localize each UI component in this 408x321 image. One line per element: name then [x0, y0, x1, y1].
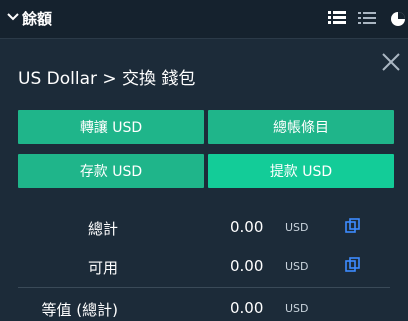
compact-list-icon[interactable] — [358, 11, 376, 25]
balance-unit: USD — [285, 260, 309, 273]
divider — [18, 287, 390, 288]
withdraw-button[interactable]: 提款 USD — [208, 154, 394, 188]
list-view-icon[interactable] — [328, 11, 346, 25]
deposit-button[interactable]: 存款 USD — [18, 154, 204, 188]
breadcrumb: US Dollar > 交換 錢包 — [18, 69, 196, 89]
wallet-panel: US Dollar > 交換 錢包 轉讓 USD 總帳條目 存款 USD 提款 … — [0, 39, 408, 319]
ledger-button[interactable]: 總帳條目 — [208, 110, 394, 144]
balance-value: 0.00 — [230, 257, 264, 275]
chevron-down-icon[interactable] — [6, 10, 20, 24]
header-title: 餘額 — [22, 10, 53, 28]
transfer-button[interactable]: 轉讓 USD — [18, 110, 204, 144]
balance-unit: USD — [285, 302, 309, 315]
copy-icon[interactable] — [345, 257, 361, 273]
balance-label: 可用 — [87, 259, 118, 277]
copy-icon[interactable] — [345, 218, 361, 234]
balance-row-equivalent: 等值 (總計) 0.00 USD — [0, 295, 408, 321]
balance-label: 總計 — [87, 220, 118, 238]
balance-row-available: 可用 0.00 USD — [0, 253, 408, 279]
close-icon[interactable] — [380, 51, 402, 73]
balance-unit: USD — [285, 221, 309, 234]
balance-value: 0.00 — [230, 218, 264, 236]
balance-value: 0.00 — [230, 299, 264, 317]
balances-header: 餘額 — [0, 0, 408, 39]
pie-chart-icon[interactable] — [390, 11, 408, 27]
balance-row-total: 總計 0.00 USD — [0, 214, 408, 240]
